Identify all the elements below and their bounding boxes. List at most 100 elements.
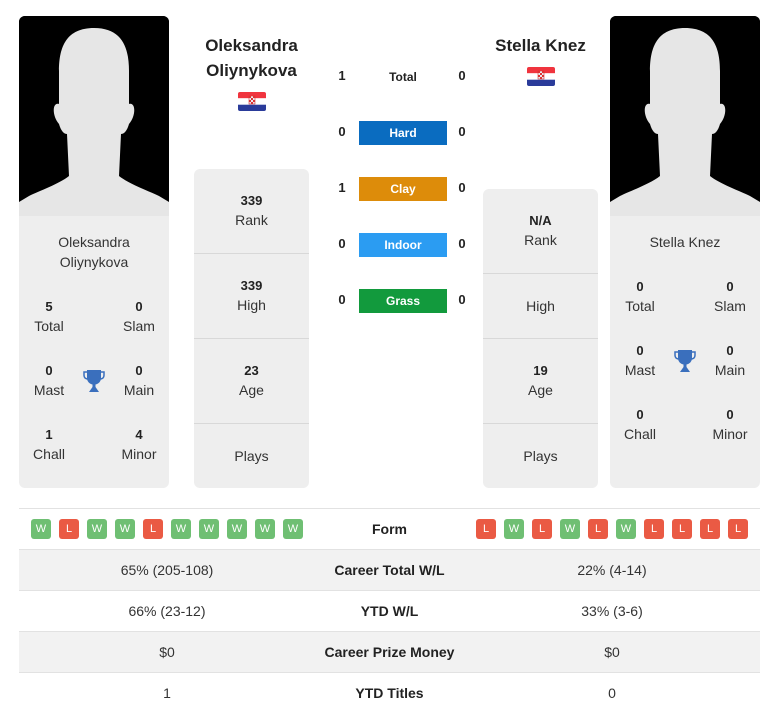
- form-loss-badge[interactable]: L: [644, 519, 664, 539]
- rank-value: 339: [240, 193, 263, 208]
- stat-label: Chall: [624, 426, 656, 442]
- player2-name[interactable]: Stella Knez: [475, 33, 606, 58]
- player2-age: 19 Age: [483, 339, 598, 424]
- comparison-table: WLWWLWWWWW Form LWLWLWLLLL 65% (205-108)…: [19, 508, 760, 713]
- croatia-flag-icon: [238, 92, 266, 111]
- surface-badge-indoor[interactable]: Indoor: [359, 233, 447, 257]
- prize-money-label: Career Prize Money: [324, 644, 455, 660]
- surface-badge-clay[interactable]: Clay: [359, 177, 447, 201]
- ytd-titles-label: YTD Titles: [355, 685, 424, 701]
- stat-label: Mast: [624, 362, 656, 378]
- high-label: High: [526, 298, 555, 314]
- form-loss-badge[interactable]: L: [532, 519, 552, 539]
- player2-ytd-titles: 0: [608, 685, 616, 701]
- player2-stat-mast: 0 Mast: [610, 342, 670, 380]
- player1-name-line2: Oliynykova: [59, 254, 129, 270]
- trophy-icon: [82, 368, 106, 394]
- form-loss-badge[interactable]: L: [728, 519, 748, 539]
- player2-stat-chall: 0 Chall: [610, 406, 670, 444]
- plays-label: Plays: [523, 448, 558, 464]
- h2h-p1-count: 0: [338, 236, 346, 251]
- player1-card-name: Oleksandra Oliynykova: [19, 232, 169, 272]
- h2h-p1-count: 0: [338, 292, 346, 307]
- stat-value: 0: [726, 407, 734, 422]
- stat-value: 0: [135, 299, 143, 314]
- stat-value: 0: [636, 279, 644, 294]
- form-win-badge[interactable]: W: [227, 519, 247, 539]
- player1-stat-mast: 0 Mast: [19, 362, 79, 400]
- form-win-badge[interactable]: W: [255, 519, 275, 539]
- player1-rank: 339 Rank: [194, 169, 309, 254]
- form-label: Form: [372, 521, 407, 537]
- prize-money-row: $0 Career Prize Money $0: [19, 631, 760, 672]
- form-row: WLWWLWWWWW Form LWLWLWLLLL: [19, 508, 760, 549]
- form-loss-badge[interactable]: L: [588, 519, 608, 539]
- h2h-p2-count: 0: [458, 292, 466, 307]
- player1-name[interactable]: Oleksandra Oliynykova: [186, 33, 317, 83]
- age-label: Age: [528, 382, 553, 398]
- player2-card-name: Stella Knez: [649, 234, 721, 250]
- stat-label: Main: [714, 362, 746, 378]
- player2-stat-minor: 0 Minor: [700, 406, 760, 444]
- stat-label: Slam: [714, 298, 746, 314]
- trophy-icon: [673, 348, 697, 374]
- stat-value: 0: [636, 343, 644, 358]
- h2h-p2-count: 0: [458, 124, 466, 139]
- form-win-badge[interactable]: W: [560, 519, 580, 539]
- form-win-badge[interactable]: W: [171, 519, 191, 539]
- player2-card: Stella Knez 0 Total 0 Slam 0 Mast 0 Main…: [610, 216, 760, 488]
- h2h-p1-count: 1: [338, 68, 346, 83]
- player2-stat-total: 0 Total: [610, 278, 670, 316]
- h2h-row-clay: 1 Clay 0: [330, 177, 475, 201]
- player1-stat-minor: 4 Minor: [109, 426, 169, 464]
- player1-form: WLWWLWWWWW: [19, 519, 315, 539]
- player1-high: 339 High: [194, 254, 309, 339]
- silhouette-icon: [610, 16, 760, 216]
- form-win-badge[interactable]: W: [199, 519, 219, 539]
- player2-rank: N/A Rank: [483, 189, 598, 274]
- player1-name-line1: Oleksandra: [58, 234, 130, 250]
- player1-career-wl: 65% (205-108): [120, 562, 214, 578]
- plays-label: Plays: [234, 448, 269, 464]
- player2-ytd-wl: 33% (3-6): [581, 603, 643, 619]
- surface-badge-grass[interactable]: Grass: [359, 289, 447, 313]
- silhouette-icon: [19, 16, 169, 216]
- form-win-badge[interactable]: W: [283, 519, 303, 539]
- player2-plays: Plays: [483, 424, 598, 488]
- form-loss-badge[interactable]: L: [143, 519, 163, 539]
- rank-label: Rank: [235, 212, 268, 228]
- form-loss-badge[interactable]: L: [700, 519, 720, 539]
- h2h-p2-count: 0: [458, 236, 466, 251]
- form-win-badge[interactable]: W: [31, 519, 51, 539]
- player1-name-line1[interactable]: Oleksandra: [186, 33, 317, 58]
- player1-profile-column: 339 Rank 339 High 23 Age Plays: [194, 169, 309, 488]
- player1-stat-main: 0 Main: [109, 362, 169, 400]
- stat-value: 1: [45, 427, 53, 442]
- h2h-p1-count: 0: [338, 124, 346, 139]
- stat-value: 0: [726, 279, 734, 294]
- player1-age: 23 Age: [194, 339, 309, 424]
- form-loss-badge[interactable]: L: [476, 519, 496, 539]
- player2-stat-slam: 0 Slam: [700, 278, 760, 316]
- form-win-badge[interactable]: W: [115, 519, 135, 539]
- rank-value: N/A: [529, 213, 552, 228]
- age-value: 23: [244, 363, 259, 378]
- player2-stat-main: 0 Main: [700, 342, 760, 380]
- form-loss-badge[interactable]: L: [59, 519, 79, 539]
- h2h-row-indoor: 0 Indoor 0: [330, 233, 475, 257]
- player1-ytd-titles: 1: [163, 685, 171, 701]
- stat-label: Minor: [121, 446, 157, 462]
- form-win-badge[interactable]: W: [87, 519, 107, 539]
- form-win-badge[interactable]: W: [504, 519, 524, 539]
- player2-high: High: [483, 274, 598, 339]
- player1-name-line2[interactable]: Oliynykova: [186, 58, 317, 83]
- age-value: 19: [533, 363, 548, 378]
- rank-label: Rank: [524, 232, 557, 248]
- form-loss-badge[interactable]: L: [672, 519, 692, 539]
- player1-header: Oleksandra Oliynykova: [186, 33, 317, 83]
- croatia-flag-icon: [527, 67, 555, 86]
- player1-stat-chall: 1 Chall: [19, 426, 79, 464]
- surface-badge-hard[interactable]: Hard: [359, 121, 447, 145]
- stat-label: Slam: [123, 318, 155, 334]
- form-win-badge[interactable]: W: [616, 519, 636, 539]
